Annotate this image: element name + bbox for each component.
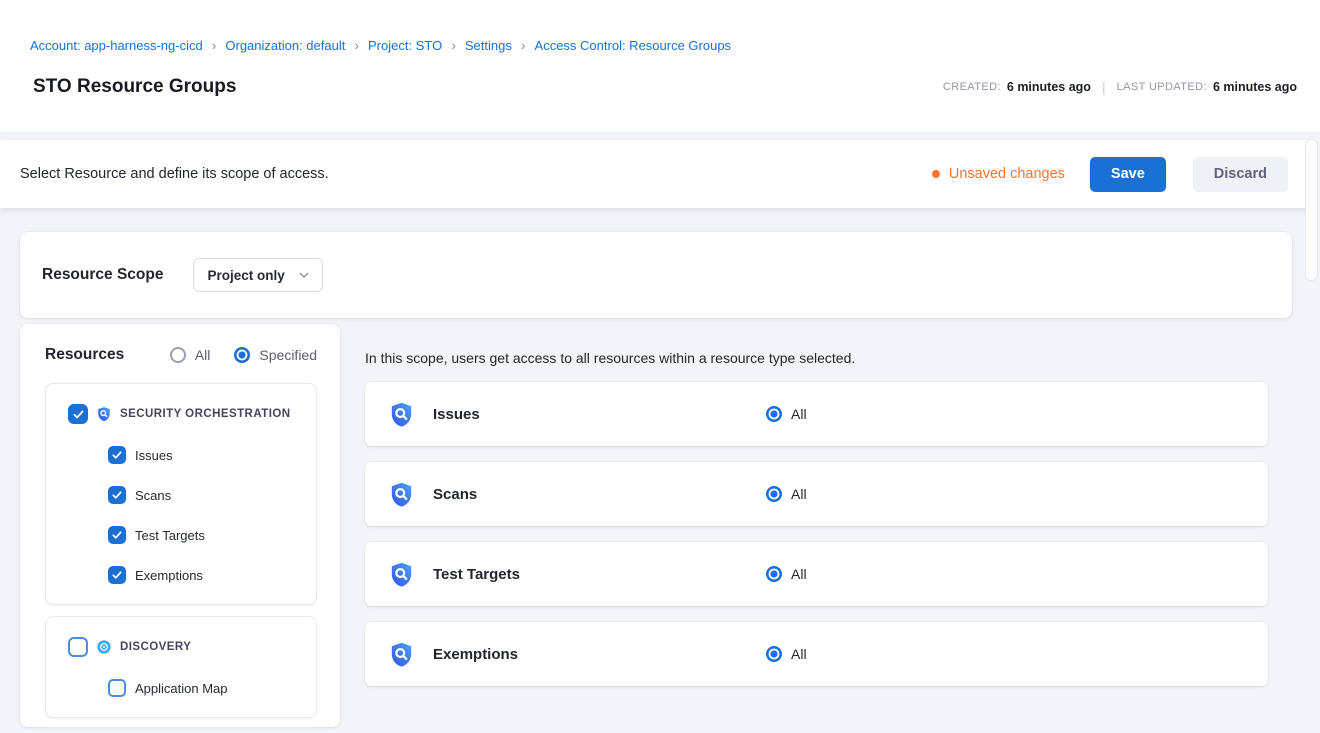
breadcrumb-link-settings[interactable]: Settings — [465, 38, 512, 53]
radio-icon — [766, 566, 782, 582]
check-icon — [111, 529, 123, 541]
unsaved-changes-label: Unsaved changes — [949, 166, 1065, 182]
resource-card-label: Exemptions — [433, 646, 766, 663]
access-radio-label: All — [791, 486, 807, 502]
vertical-scrollbar-thumb[interactable] — [1305, 139, 1318, 281]
radio-icon — [170, 347, 186, 363]
radio-icon — [766, 646, 782, 662]
check-icon — [72, 408, 85, 421]
shield-search-icon — [388, 401, 415, 428]
checkbox-exemptions[interactable] — [108, 566, 126, 584]
breadcrumb-link-organization[interactable]: Organization: default — [225, 38, 345, 53]
breadcrumb-link-account[interactable]: Account: app-harness-ng-cicd — [30, 38, 203, 53]
radio-icon — [234, 347, 250, 363]
resource-card-exemptions: Exemptions All — [365, 622, 1268, 686]
created-value: 6 minutes ago — [1007, 80, 1091, 94]
tree-item-label: Scans — [135, 488, 171, 503]
breadcrumb-link-project[interactable]: Project: STO — [368, 38, 442, 53]
shield-search-icon — [388, 481, 415, 508]
created-updated-meta: CREATED: 6 minutes ago | LAST UPDATED: 6… — [943, 79, 1297, 95]
page-title: STO Resource Groups — [33, 76, 236, 98]
tree-item-label: Application Map — [135, 681, 228, 696]
resource-scope-dropdown[interactable]: Project only — [193, 258, 323, 292]
tree-item-label: Issues — [135, 448, 173, 463]
shield-search-icon — [388, 561, 415, 588]
access-radio-all[interactable]: All — [766, 486, 807, 502]
unsaved-dot-icon — [932, 170, 940, 178]
toolbar-description: Select Resource and define its scope of … — [20, 166, 329, 182]
chevron-down-icon — [297, 268, 311, 282]
scope-detail-column: In this scope, users get access to all r… — [352, 324, 1292, 727]
access-radio-all[interactable]: All — [766, 646, 807, 662]
checkbox-issues[interactable] — [108, 446, 126, 464]
radio-icon — [766, 486, 782, 502]
last-updated-value: 6 minutes ago — [1213, 80, 1297, 94]
check-icon — [111, 449, 123, 461]
scope-note: In this scope, users get access to all r… — [365, 350, 1268, 366]
chevron-right-icon: › — [521, 38, 526, 52]
radio-all-label: All — [195, 347, 211, 363]
resources-panel: Resources All Specified — [20, 324, 340, 727]
resource-scope-card: Resource Scope Project only — [20, 232, 1292, 318]
radio-specified[interactable]: Specified — [234, 347, 317, 363]
shield-search-icon — [96, 406, 112, 422]
content-area: Resource Scope Project only Resources Al… — [0, 208, 1320, 727]
access-radio-all[interactable]: All — [766, 566, 807, 582]
check-icon — [111, 569, 123, 581]
checkbox-scans[interactable] — [108, 486, 126, 504]
resource-card-test-targets: Test Targets All — [365, 542, 1268, 606]
checkbox-discovery[interactable] — [68, 637, 88, 657]
access-radio-all[interactable]: All — [766, 406, 807, 422]
breadcrumb: Account: app-harness-ng-cicd › Organizat… — [0, 38, 1320, 53]
access-radio-label: All — [791, 566, 807, 582]
meta-divider: | — [1102, 79, 1106, 95]
checkbox-security-orchestration[interactable] — [68, 404, 88, 424]
page-header: Account: app-harness-ng-cicd › Organizat… — [0, 0, 1320, 131]
resource-group-security-orchestration: SECURITY ORCHESTRATION Issues Scans — [45, 383, 317, 605]
chevron-right-icon: › — [451, 38, 456, 52]
access-radio-label: All — [791, 406, 807, 422]
chevron-right-icon: › — [212, 38, 217, 52]
discard-button[interactable]: Discard — [1193, 157, 1288, 192]
checkbox-test-targets[interactable] — [108, 526, 126, 544]
resource-card-scans: Scans All — [365, 462, 1268, 526]
resource-scope-selected-value: Project only — [207, 268, 284, 283]
tree-item-label: Exemptions — [135, 568, 203, 583]
resource-scope-label: Resource Scope — [42, 266, 163, 284]
resources-title: Resources — [45, 346, 124, 364]
tree-item-label: Test Targets — [135, 528, 205, 543]
breadcrumb-link-resource-groups[interactable]: Access Control: Resource Groups — [535, 38, 732, 53]
radio-icon — [766, 406, 782, 422]
access-radio-label: All — [791, 646, 807, 662]
unsaved-changes-indicator: Unsaved changes — [932, 166, 1065, 182]
resources-mode-radio-group: All Specified — [170, 347, 317, 363]
last-updated-label: LAST UPDATED: — [1117, 81, 1207, 93]
checkbox-application-map[interactable] — [108, 679, 126, 697]
target-icon — [96, 639, 112, 655]
shield-search-icon — [388, 641, 415, 668]
group-label: DISCOVERY — [120, 641, 191, 653]
resource-card-label: Scans — [433, 486, 766, 503]
group-label: SECURITY ORCHESTRATION — [120, 408, 291, 420]
resource-card-label: Issues — [433, 406, 766, 423]
save-button[interactable]: Save — [1090, 157, 1166, 192]
save-toolbar: Select Resource and define its scope of … — [0, 140, 1315, 208]
resource-group-discovery: DISCOVERY Application Map — [45, 616, 317, 718]
radio-specified-label: Specified — [259, 347, 317, 363]
chevron-right-icon: › — [354, 38, 359, 52]
check-icon — [111, 489, 123, 501]
resource-card-issues: Issues All — [365, 382, 1268, 446]
resource-card-label: Test Targets — [433, 566, 766, 583]
created-label: CREATED: — [943, 81, 1001, 93]
radio-all[interactable]: All — [170, 347, 211, 363]
